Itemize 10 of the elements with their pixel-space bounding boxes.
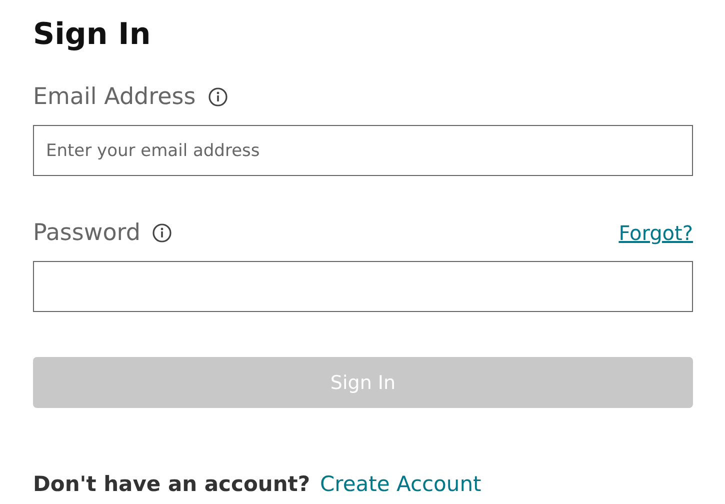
create-account-link[interactable]: Create Account bbox=[320, 472, 482, 496]
field-label: Password bbox=[33, 220, 140, 246]
input-field[interactable]: Enter your email address bbox=[33, 125, 693, 176]
page-title: Sign In bbox=[33, 16, 152, 54]
footer-text: Don't have an account? bbox=[33, 472, 310, 496]
field-label: Email Address bbox=[33, 84, 196, 110]
forgot-link[interactable]: Forgot? bbox=[618, 221, 693, 245]
info-icon[interactable] bbox=[152, 223, 172, 243]
info-icon[interactable] bbox=[208, 87, 228, 107]
input-field[interactable] bbox=[33, 261, 693, 312]
